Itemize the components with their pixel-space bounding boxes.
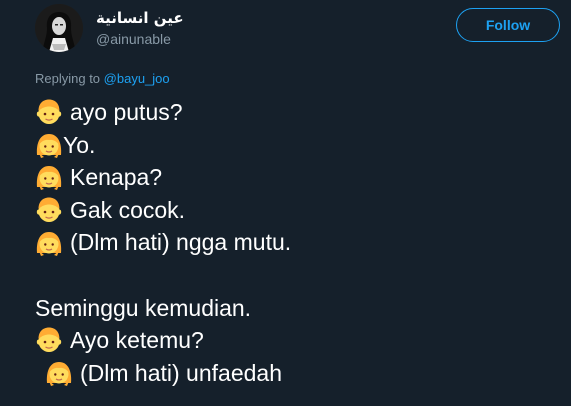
tweet-line: Ayo ketemu? [35,324,555,357]
tweet-line-text: Ayo ketemu? [70,327,204,354]
tweet-line-text: Kenapa? [70,164,163,191]
tweet-line: (Dlm hati) unfaedah [35,357,555,390]
tweet-line: (Dlm hati) ngga mutu. [35,226,555,259]
replying-to: Replying to @bayu_joo [35,71,170,86]
follow-button[interactable]: Follow [456,8,560,42]
tweet-line-text: Seminggu kemudian. [35,294,252,321]
boy-emoji-icon [35,98,63,126]
user-handle[interactable]: @ainunable [96,31,171,47]
replying-to-label: Replying to [35,71,101,86]
tweet-line: Yo. [35,129,555,162]
reply-user-link[interactable]: @bayu_joo [104,71,170,86]
girl-emoji-icon [35,163,63,191]
tweet-line: Kenapa? [35,161,555,194]
boy-emoji-icon [35,326,63,354]
girl-emoji-icon [35,229,63,257]
tweet-line: ayo putus? [35,96,555,129]
girl-emoji-icon [35,131,63,159]
girl-emoji-icon [45,359,73,387]
boy-emoji-icon [35,196,63,224]
tweet-text: ayo putus? Yo. Kenapa? Gak cocok. (Dlm h… [35,96,555,389]
tweet-line-text: Yo. [63,131,96,158]
tweet-line: Gak cocok. [35,194,555,227]
tweet-line: Seminggu kemudian. [35,292,555,325]
tweet-line-text: (Dlm hati) unfaedah [80,359,282,386]
display-name[interactable]: عين انسانية [96,9,184,27]
user-avatar-icon [35,4,83,52]
tweet-line-text: Gak cocok. [70,196,186,223]
tweet-line-text: ayo putus? [70,99,183,125]
tweet-line-text: (Dlm hati) ngga mutu. [70,229,292,256]
avatar[interactable] [35,4,83,52]
